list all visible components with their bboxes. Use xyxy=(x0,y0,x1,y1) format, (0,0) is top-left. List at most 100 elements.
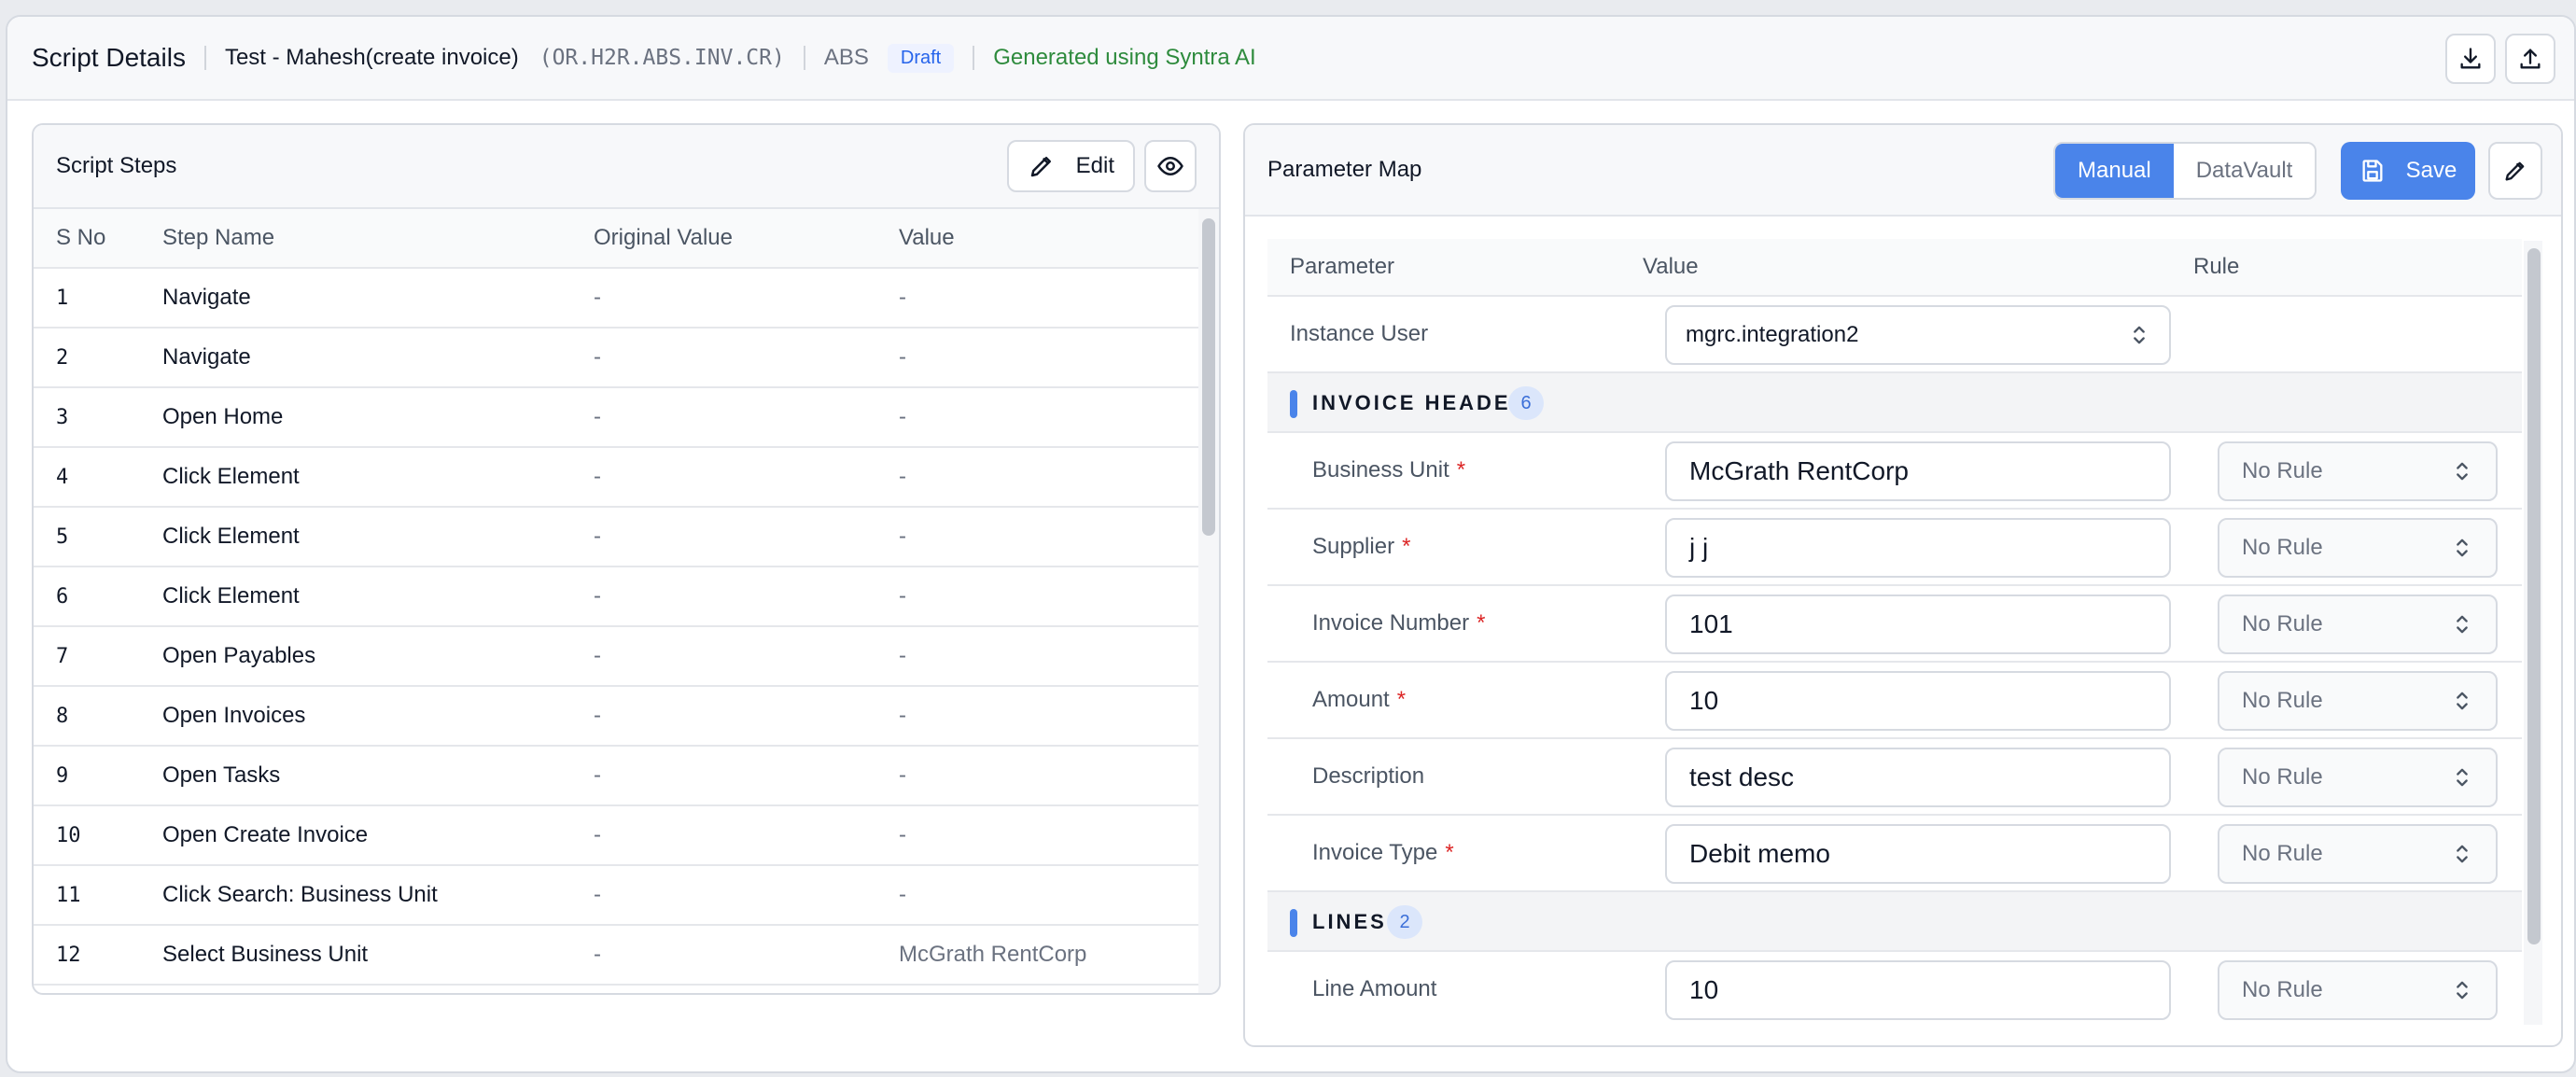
edit-map-button[interactable] xyxy=(2488,142,2542,200)
step-number: 7 xyxy=(56,644,69,668)
chevron-up-down-icon xyxy=(2457,845,2468,863)
scrollbar-thumb[interactable] xyxy=(1202,218,1215,536)
table-row[interactable]: 5 Click Element - - xyxy=(34,508,1200,567)
step-original-value: - xyxy=(594,942,601,967)
table-row[interactable]: 8 Open Invoices - - xyxy=(34,687,1200,747)
column-header: Value xyxy=(1643,254,1699,279)
rule-select[interactable]: No Rule xyxy=(2218,441,2498,501)
rule-select[interactable]: No Rule xyxy=(2218,960,2498,1020)
table-row[interactable]: 7 Open Payables - - xyxy=(34,627,1200,687)
parameter-row: Line Amount 10 No Rule xyxy=(1267,952,2522,1023)
parameter-map-panel: Parameter Map Manual DataVault Save Para… xyxy=(1243,123,2563,1047)
parameter-row: Business Unit * McGrath RentCorp No Rule xyxy=(1267,433,2522,510)
step-name: Open Payables xyxy=(162,643,316,668)
step-number: 8 xyxy=(56,704,69,728)
rule-value: No Rule xyxy=(2242,841,2323,866)
step-name: Open Create Invoice xyxy=(162,822,369,847)
step-original-value: - xyxy=(594,464,601,489)
rule-value: No Rule xyxy=(2242,977,2323,1002)
preview-button[interactable] xyxy=(1144,140,1197,192)
parameter-label: Supplier * xyxy=(1267,534,1643,560)
rule-select[interactable]: No Rule xyxy=(2218,671,2498,731)
save-button-label: Save xyxy=(2405,158,2457,183)
step-value: - xyxy=(899,583,906,608)
step-value: - xyxy=(899,524,906,549)
step-name: Open Invoices xyxy=(162,703,306,728)
chevron-up-down-icon xyxy=(2457,768,2468,787)
toggle-datavault[interactable]: DataVault xyxy=(2173,144,2316,198)
edit-button[interactable]: Edit xyxy=(1006,140,1135,192)
instance-user-row: Instance User mgrc.integration2 xyxy=(1267,297,2522,373)
parameter-name: Supplier xyxy=(1312,534,1395,559)
parameter-row: Invoice Number * 101 No Rule xyxy=(1267,586,2522,663)
required-marker: * xyxy=(1445,840,1454,865)
step-original-value: - xyxy=(594,643,601,668)
upload-button[interactable] xyxy=(2505,34,2555,84)
step-original-value: - xyxy=(594,703,601,728)
required-marker: * xyxy=(1477,610,1486,636)
scrollbar-thumb[interactable] xyxy=(2527,248,2541,944)
toggle-manual[interactable]: Manual xyxy=(2055,144,2174,198)
column-header: Value xyxy=(899,225,955,250)
table-row[interactable]: 3 Open Home - - xyxy=(34,388,1200,448)
parameter-value-input[interactable]: test desc xyxy=(1665,748,2171,807)
header-actions xyxy=(2445,34,2555,84)
table-row[interactable]: 10 Open Create Invoice - - xyxy=(34,806,1200,866)
table-row[interactable]: 9 Open Tasks - - xyxy=(34,747,1200,806)
table-row[interactable]: 1 Navigate - - xyxy=(34,269,1200,329)
save-button[interactable]: Save xyxy=(2341,142,2475,200)
script-steps-panel: Script Steps Edit S No Step Name Origina… xyxy=(32,123,1221,995)
group-accent-bar xyxy=(1290,909,1297,937)
group-header: LINES 2 xyxy=(1267,892,2522,952)
parameter-name: Line Amount xyxy=(1312,976,1437,1001)
script-steps-header: Script Steps Edit xyxy=(34,125,1219,209)
parameter-label: Invoice Number * xyxy=(1267,610,1643,636)
parameter-name: Invoice Number xyxy=(1312,610,1470,636)
step-number: 5 xyxy=(56,525,69,549)
step-number: 4 xyxy=(56,465,69,489)
divider xyxy=(203,46,206,70)
divider xyxy=(973,46,975,70)
step-value: - xyxy=(899,882,906,907)
table-row[interactable]: 12 Select Business Unit - McGrath RentCorp xyxy=(34,926,1200,986)
chevron-up-down-icon xyxy=(2457,981,2468,1000)
script-steps-table: S No Step Name Original Value Value 1 Nav… xyxy=(34,209,1200,986)
script-steps-title: Script Steps xyxy=(56,153,177,178)
rule-select[interactable]: No Rule xyxy=(2218,748,2498,807)
generated-note: Generated using Syntra AI xyxy=(993,45,1256,70)
step-original-value: - xyxy=(594,285,601,310)
group-count-badge: 2 xyxy=(1387,905,1422,939)
parameter-map-table: Parameter Value Rule Instance User mgrc.… xyxy=(1267,239,2522,1023)
parameter-value-input[interactable]: j j xyxy=(1665,518,2171,578)
step-value: - xyxy=(899,285,906,310)
group-name: LINES xyxy=(1312,910,1387,933)
rule-select[interactable]: No Rule xyxy=(2218,824,2498,884)
instance-user-select[interactable]: mgrc.integration2 xyxy=(1665,305,2171,365)
rule-value: No Rule xyxy=(2242,611,2323,636)
rule-select[interactable]: No Rule xyxy=(2218,594,2498,654)
table-row[interactable]: 2 Navigate - - xyxy=(34,329,1200,388)
parameter-map-title: Parameter Map xyxy=(1267,157,1422,182)
column-header: Original Value xyxy=(594,225,733,250)
table-row[interactable]: 11 Click Search: Business Unit - - xyxy=(34,866,1200,926)
parameter-value-input[interactable]: 101 xyxy=(1665,594,2171,654)
parameter-value-input[interactable]: 10 xyxy=(1665,671,2171,731)
page-title: Script Details xyxy=(32,43,186,72)
table-row[interactable]: 4 Click Element - - xyxy=(34,448,1200,508)
parameter-value-input[interactable]: McGrath RentCorp xyxy=(1665,441,2171,501)
step-original-value: - xyxy=(594,344,601,370)
chevron-up-down-icon xyxy=(2457,462,2468,481)
download-button[interactable] xyxy=(2445,34,2496,84)
instance-user-value: mgrc.integration2 xyxy=(1686,322,1859,347)
parameter-value-input[interactable]: 10 xyxy=(1665,960,2171,1020)
step-name: Open Tasks xyxy=(162,762,281,788)
group-count-badge: 6 xyxy=(1508,386,1544,420)
parameter-name: Invoice Type xyxy=(1312,840,1438,865)
step-number: 10 xyxy=(56,823,81,847)
rule-select[interactable]: No Rule xyxy=(2218,518,2498,578)
table-header-row: S No Step Name Original Value Value xyxy=(34,209,1200,269)
step-name: Click Search: Business Unit xyxy=(162,882,438,907)
step-value: - xyxy=(899,822,906,847)
parameter-value-input[interactable]: Debit memo xyxy=(1665,824,2171,884)
table-row[interactable]: 6 Click Element - - xyxy=(34,567,1200,627)
